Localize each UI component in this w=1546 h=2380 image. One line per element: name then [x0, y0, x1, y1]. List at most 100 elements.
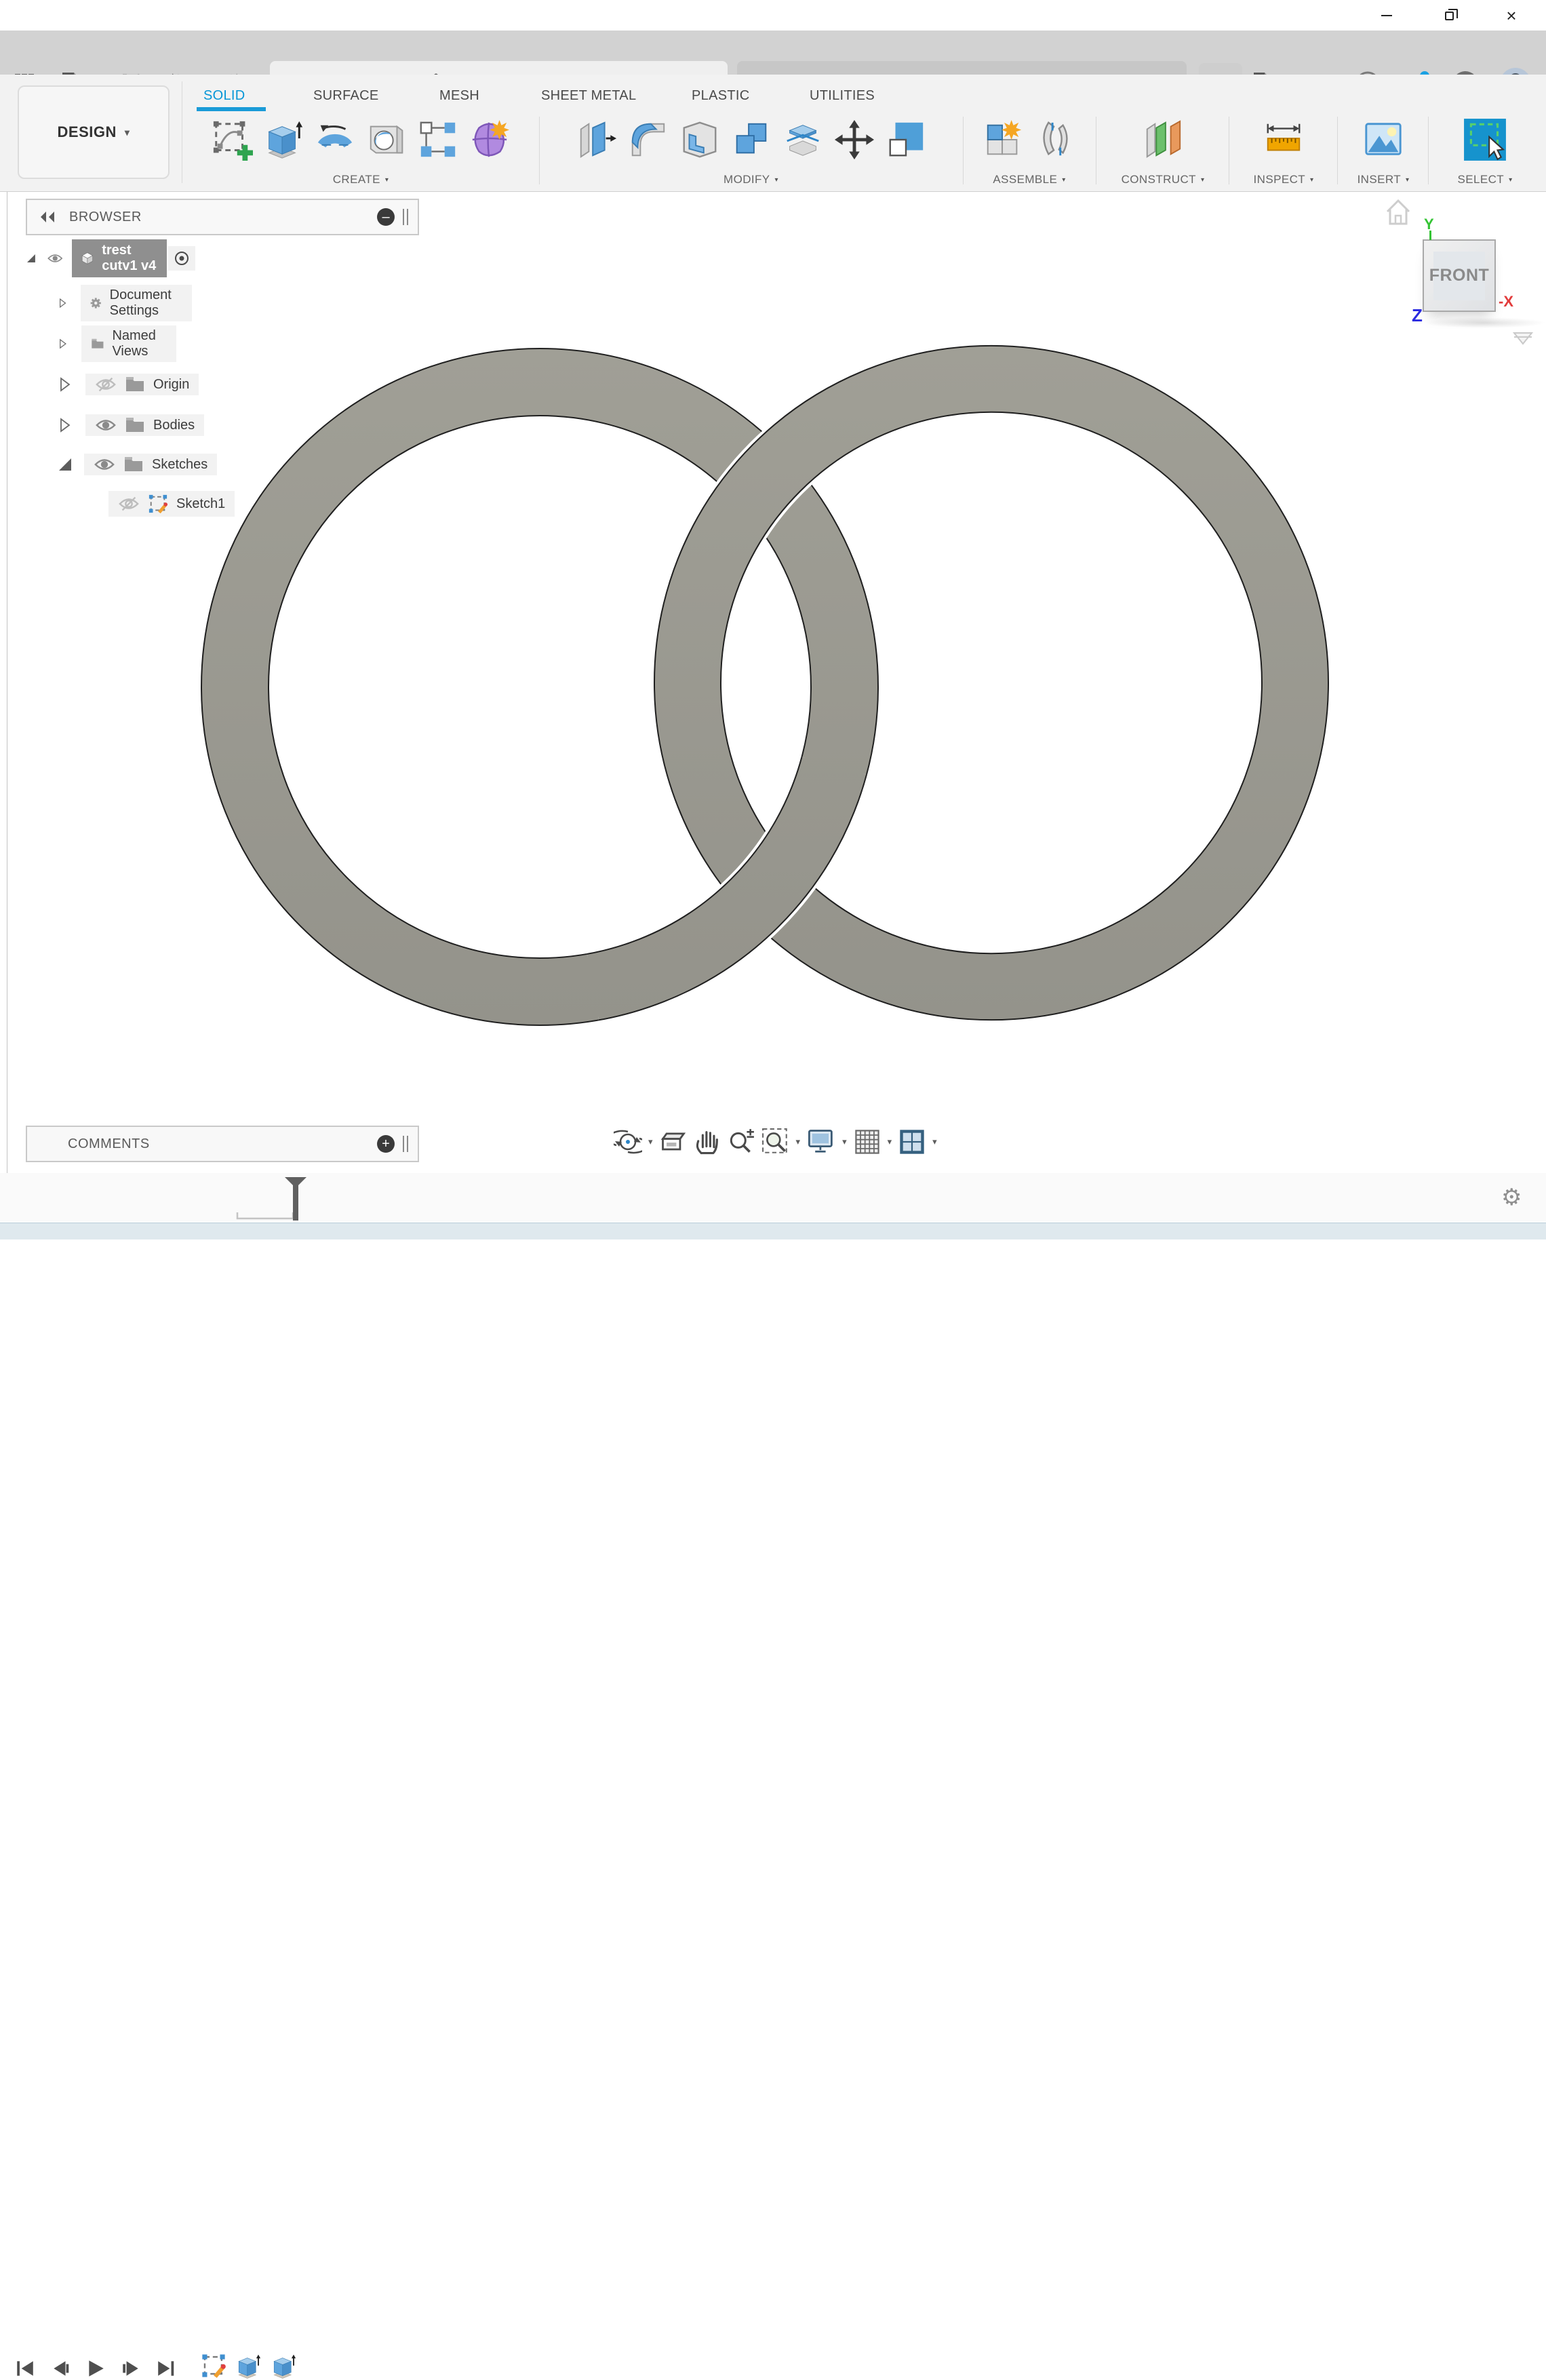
group-inspect-label[interactable]: INSPECT ▾ — [1254, 170, 1314, 190]
group-modify-label[interactable]: MODIFY ▾ — [724, 170, 778, 190]
shell-button[interactable] — [679, 119, 721, 161]
eye-visible-icon[interactable] — [47, 251, 63, 266]
pan-button[interactable] — [694, 1128, 721, 1156]
status-strip — [0, 1223, 1546, 1239]
fit-button[interactable] — [761, 1128, 790, 1156]
create-sketch-button[interactable] — [211, 119, 253, 161]
chevron-down-icon: ▾ — [1310, 176, 1313, 184]
extrude-button[interactable] — [262, 119, 304, 161]
viewcube[interactable]: FRONT — [1423, 239, 1496, 312]
group-insert: INSERT ▾ — [1341, 110, 1425, 190]
tab-plastic[interactable]: PLASTIC — [692, 81, 749, 110]
expand-open-icon[interactable] — [57, 456, 73, 473]
tree-row-sketches[interactable]: Sketches — [57, 449, 217, 480]
pattern-button[interactable] — [417, 119, 459, 161]
new-component-button[interactable] — [983, 119, 1025, 161]
group-construct: CONSTRUCT ▾ — [1100, 110, 1226, 190]
eye-visible-icon[interactable] — [95, 418, 117, 433]
tree-row-origin[interactable]: Origin — [58, 369, 199, 400]
joint-button[interactable] — [1034, 119, 1076, 161]
expand-closed-icon[interactable] — [58, 336, 68, 352]
split-body-button[interactable] — [782, 119, 824, 161]
viewports-button[interactable] — [898, 1128, 926, 1156]
minimize-button[interactable] — [1371, 5, 1402, 26]
collapse-panel-icon[interactable] — [38, 210, 57, 224]
viewcube-menu-button[interactable] — [1512, 330, 1534, 346]
group-select-label[interactable]: SELECT ▾ — [1458, 170, 1513, 190]
step-forward-button[interactable] — [121, 2358, 141, 2379]
browser-panel-header[interactable]: BROWSER – — [26, 199, 419, 235]
go-to-end-button[interactable] — [156, 2358, 176, 2379]
display-caret[interactable]: ▾ — [842, 1136, 847, 1147]
tab-mesh[interactable]: MESH — [439, 81, 479, 110]
expand-closed-icon[interactable] — [58, 295, 67, 311]
grid-snaps-button[interactable] — [853, 1128, 881, 1156]
tree-row-named-views[interactable]: Named Views — [58, 328, 176, 359]
expand-closed-icon[interactable] — [58, 417, 72, 433]
viewports-caret[interactable]: ▾ — [932, 1136, 937, 1147]
activate-component-box[interactable] — [168, 246, 195, 271]
restore-button[interactable] — [1433, 5, 1465, 26]
viewcube-front-face[interactable]: FRONT — [1433, 252, 1485, 300]
close-button[interactable]: × — [1496, 5, 1527, 26]
tree-row-sketch1[interactable]: Sketch1 — [108, 488, 235, 519]
add-comment-badge[interactable]: + — [377, 1135, 395, 1153]
panel-grip-icon[interactable] — [403, 1136, 408, 1152]
expand-open-icon[interactable] — [26, 250, 37, 266]
press-pull-button[interactable] — [576, 119, 618, 161]
tree-label: Origin — [153, 377, 189, 393]
timeline-sketch-feature[interactable] — [201, 2353, 226, 2379]
eye-hidden-icon[interactable] — [95, 376, 117, 393]
root-item[interactable]: trest cutv1 v4 — [72, 239, 167, 277]
timeline-settings-button[interactable]: ⚙ — [1501, 1184, 1522, 1211]
display-settings-button[interactable] — [806, 1128, 836, 1156]
browser-collapse-badge[interactable]: – — [377, 208, 395, 226]
select-button[interactable] — [1463, 117, 1507, 162]
chevron-down-icon: ▾ — [1062, 176, 1065, 184]
move-copy-button[interactable] — [833, 119, 875, 161]
comments-panel-header[interactable]: COMMENTS + — [26, 1126, 419, 1162]
step-back-button[interactable] — [50, 2358, 71, 2379]
group-construct-label[interactable]: CONSTRUCT ▾ — [1122, 170, 1205, 190]
orbit-button[interactable] — [614, 1128, 642, 1156]
tree-row-root[interactable]: trest cutv1 v4 — [26, 243, 195, 274]
tree-label: Document Settings — [110, 287, 182, 319]
group-assemble-label[interactable]: ASSEMBLE ▾ — [993, 170, 1065, 190]
eye-hidden-icon[interactable] — [118, 496, 140, 512]
combine-button[interactable] — [730, 119, 772, 161]
look-at-button[interactable] — [659, 1128, 688, 1155]
tree-row-bodies[interactable]: Bodies — [58, 410, 204, 441]
tree-row-document-settings[interactable]: Document Settings — [58, 287, 192, 319]
timeline-position-marker[interactable] — [283, 1176, 308, 1221]
home-view-button[interactable] — [1383, 197, 1413, 228]
fillet-button[interactable] — [627, 119, 669, 161]
offset-face-button[interactable] — [885, 119, 927, 161]
workspace-selector[interactable]: DESIGN ▾ — [18, 85, 170, 179]
tab-solid[interactable]: SOLID — [203, 81, 245, 110]
grid-caret[interactable]: ▾ — [888, 1136, 892, 1147]
chevron-down-icon: ▾ — [1201, 176, 1204, 184]
insert-image-button[interactable] — [1362, 119, 1404, 161]
zoom-button[interactable] — [727, 1128, 755, 1156]
timeline-extrude-feature-2[interactable] — [270, 2353, 297, 2380]
expand-closed-icon[interactable] — [58, 376, 72, 393]
fit-caret[interactable]: ▾ — [796, 1136, 801, 1147]
eye-visible-icon[interactable] — [94, 457, 115, 472]
interlocked-rings-model[interactable] — [0, 191, 1546, 1225]
construct-plane-button[interactable] — [1142, 119, 1184, 161]
title-bar: × — [0, 0, 1546, 31]
tab-utilities[interactable]: UTILITIES — [810, 81, 875, 110]
orbit-caret[interactable]: ▾ — [648, 1136, 653, 1147]
group-insert-label[interactable]: INSERT ▾ — [1357, 170, 1410, 190]
go-to-start-button[interactable] — [15, 2358, 35, 2379]
revolve-button[interactable] — [314, 119, 356, 161]
measure-button[interactable] — [1263, 119, 1305, 161]
group-create-label[interactable]: CREATE ▾ — [333, 170, 389, 190]
hole-button[interactable] — [365, 119, 408, 161]
tab-surface[interactable]: SURFACE — [313, 81, 379, 110]
timeline-extrude-feature-1[interactable] — [235, 2353, 262, 2380]
form-button[interactable] — [469, 119, 511, 161]
tab-sheet-metal[interactable]: SHEET METAL — [541, 81, 636, 110]
play-button[interactable] — [85, 2358, 106, 2379]
panel-grip-icon[interactable] — [403, 209, 408, 225]
